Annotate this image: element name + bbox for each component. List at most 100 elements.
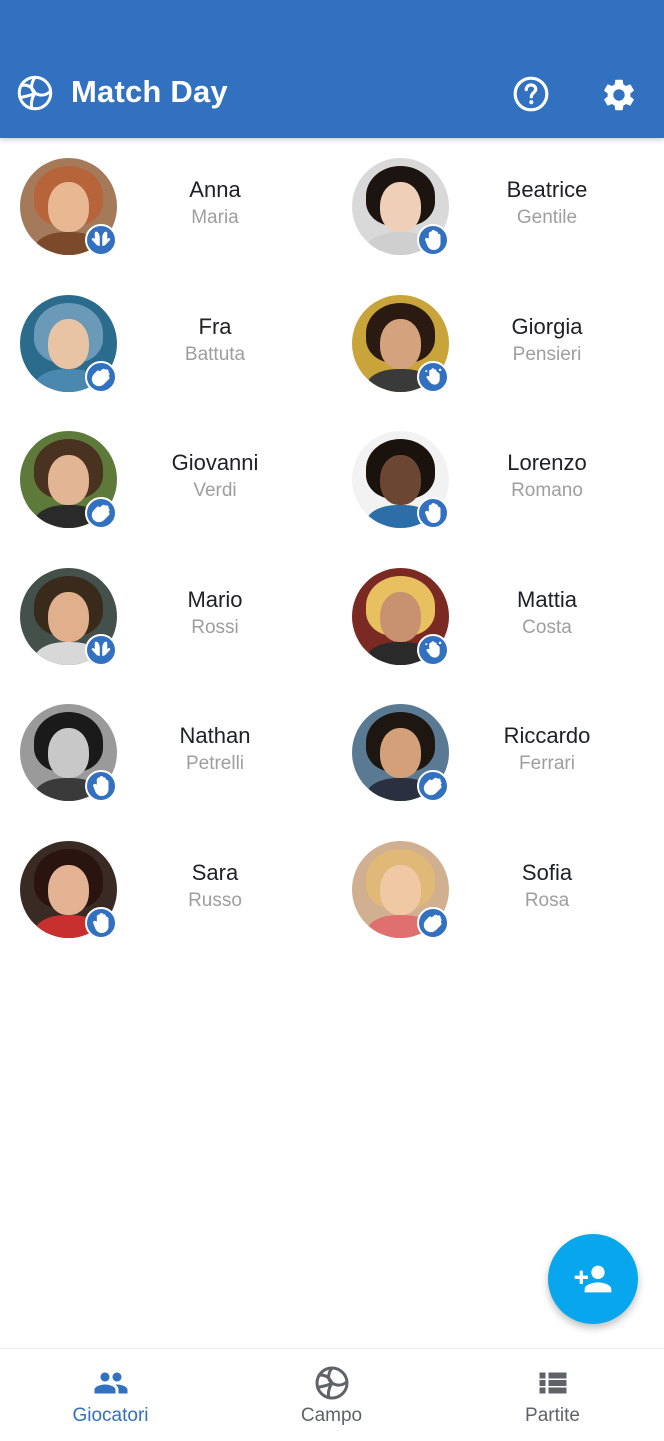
role-badge [417, 224, 449, 256]
player-card[interactable]: Sofia Rosa [332, 821, 664, 951]
role-badge [85, 633, 117, 666]
player-first-name: Lorenzo [507, 450, 587, 475]
nav-giocatori[interactable]: Giocatori [0, 1349, 221, 1441]
player-name-block: Riccardo Ferrari [462, 722, 632, 778]
player-avatar [352, 158, 449, 256]
player-name-block: Lorenzo Romano [462, 449, 632, 505]
player-last-name: Costa [522, 616, 572, 638]
player-avatar [352, 294, 449, 393]
player-card[interactable]: Giovanni Verdi [0, 411, 332, 541]
player-last-name: Petrelli [185, 753, 245, 774]
player-first-name: Mattia [517, 586, 577, 612]
nav-label-campo: Campo [300, 1405, 363, 1426]
bottom-navigation: Giocatori Campo Partite [0, 1348, 664, 1441]
role-badge [85, 360, 117, 393]
add-person-icon [574, 1265, 612, 1293]
player-card[interactable]: Lorenzo Romano [332, 411, 664, 541]
player-name-block: Fra Battuta [130, 313, 300, 369]
help-icon[interactable] [512, 75, 550, 113]
gear-icon[interactable] [600, 76, 638, 114]
player-last-name: Romano [511, 480, 583, 501]
player-last-name: Gentile [516, 207, 578, 228]
player-last-name: Maria [191, 207, 239, 228]
player-first-name: Mario [187, 586, 243, 612]
player-first-name: Sofia [521, 859, 573, 885]
role-badge [85, 497, 117, 529]
add-player-button[interactable] [548, 1234, 638, 1324]
waving-hand-icon [423, 777, 442, 796]
role-badge [417, 770, 449, 802]
role-badge [417, 633, 449, 666]
hand-spark-icon [425, 640, 442, 658]
player-card[interactable]: Sara Russo [0, 821, 332, 951]
nav-label-giocatori: Giocatori [72, 1405, 149, 1426]
player-first-name: Riccardo [503, 723, 591, 748]
player-name-block: Sara Russo [130, 859, 300, 915]
player-name-block: Giovanni Verdi [130, 449, 300, 505]
two-hands-icon [91, 641, 111, 656]
player-first-name: Sara [191, 859, 239, 885]
volleyball-icon [315, 1366, 349, 1400]
player-card[interactable]: Mario Rossi [0, 548, 332, 678]
player-first-name: Nathan [179, 723, 251, 748]
player-avatar [20, 704, 117, 802]
hand-icon [425, 503, 441, 523]
player-last-name: Pensieri [512, 343, 582, 365]
player-avatar [352, 567, 449, 666]
player-first-name: Giorgia [511, 313, 583, 339]
role-badge [417, 906, 449, 939]
player-card[interactable]: Beatrice Gentile [332, 138, 664, 268]
two-hands-icon [91, 231, 111, 246]
player-avatar [352, 431, 449, 529]
player-card[interactable]: Giorgia Pensieri [332, 275, 664, 405]
hand-icon [93, 776, 109, 796]
player-last-name: Verdi [193, 480, 237, 501]
player-avatar [20, 294, 117, 393]
player-name-block: Nathan Petrelli [130, 722, 300, 778]
waving-hand-icon [91, 368, 110, 386]
app-title: Match Day [71, 74, 228, 109]
role-badge [417, 497, 449, 529]
player-name-block: Sofia Rosa [462, 859, 632, 915]
player-card[interactable]: Riccardo Ferrari [332, 684, 664, 814]
player-avatar [352, 704, 449, 802]
player-name-block: Beatrice Gentile [462, 176, 632, 232]
hand-spark-icon [425, 367, 442, 385]
player-card[interactable]: Anna Maria [0, 138, 332, 268]
player-first-name: Anna [189, 177, 241, 202]
list-icon [539, 1372, 567, 1394]
role-badge [85, 770, 117, 802]
player-name-block: Mario Rossi [130, 586, 300, 642]
nav-campo[interactable]: Campo [221, 1349, 442, 1441]
player-first-name: Beatrice [506, 177, 588, 202]
people-icon [94, 1372, 128, 1394]
player-last-name: Battuta [184, 343, 246, 365]
player-avatar [20, 158, 117, 256]
player-avatar [20, 567, 117, 666]
nav-partite[interactable]: Partite [442, 1349, 663, 1441]
player-name-block: Anna Maria [130, 176, 300, 232]
role-badge [417, 360, 449, 393]
waving-hand-icon [423, 914, 442, 932]
waving-hand-icon [91, 504, 110, 523]
hand-icon [425, 230, 441, 250]
player-last-name: Rossi [191, 616, 239, 638]
player-card[interactable]: Fra Battuta [0, 275, 332, 405]
player-name-block: Giorgia Pensieri [462, 313, 632, 369]
hand-icon [93, 912, 109, 933]
role-badge [85, 224, 117, 256]
player-last-name: Ferrari [519, 753, 575, 774]
nav-label-partite: Partite [525, 1405, 580, 1426]
player-first-name: Giovanni [171, 450, 259, 475]
role-badge [85, 906, 117, 939]
player-card[interactable]: Nathan Petrelli [0, 684, 332, 814]
player-name-block: Mattia Costa [462, 586, 632, 642]
player-avatar [20, 431, 117, 529]
player-last-name: Rosa [524, 889, 570, 911]
app-bar: Match Day [0, 0, 664, 138]
player-first-name: Fra [198, 313, 232, 339]
volleyball-icon [17, 75, 53, 111]
player-card[interactable]: Mattia Costa [332, 548, 664, 678]
player-last-name: Russo [188, 889, 242, 911]
player-avatar [352, 840, 449, 939]
